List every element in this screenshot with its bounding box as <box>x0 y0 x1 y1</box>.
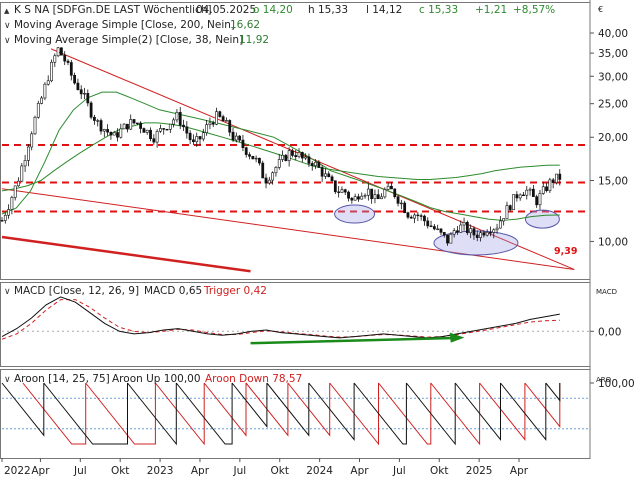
x-tick-label: Okt <box>430 465 448 477</box>
x-tick-label: Apr <box>191 465 210 477</box>
ticker-name: K S NA [SDFGn.DE LAST Wöchentlich] <box>14 4 212 16</box>
aroon-up-value: Aroon Up 100,00 <box>112 373 201 385</box>
candle <box>333 180 337 194</box>
x-tick-label: Jul <box>233 465 247 477</box>
candle <box>33 115 37 135</box>
macd-panel-label: MACD <box>596 288 617 296</box>
candle <box>449 232 453 244</box>
indicator-toggle-icon: ∨ <box>4 36 11 46</box>
x-tick-label: 2025 <box>466 465 493 477</box>
x-tick-label: Jul <box>392 465 406 477</box>
indicator-toggle-icon: ∨ <box>4 21 11 31</box>
ohlc-pct: +8,57% <box>513 4 555 16</box>
candle <box>50 59 53 83</box>
candle <box>251 155 255 160</box>
price-y-tick-label: 10,00 <box>598 236 628 248</box>
x-tick-label: 2024 <box>306 465 333 477</box>
price-y-tick-label: 40,00 <box>598 28 628 40</box>
candle <box>122 123 126 130</box>
price-y-tick-label: 35,00 <box>598 48 628 60</box>
macd-title: MACD [Close, 12, 26, 9] <box>14 285 139 297</box>
aroon-toggle-icon: ∨ <box>4 375 11 385</box>
aroon-y-tick-label: 100,00 <box>598 378 635 390</box>
aroon-down-value: Aroon Down 78,57 <box>205 373 302 385</box>
x-tick-label: Jul <box>73 465 87 477</box>
x-tick-label: Apr <box>350 465 369 477</box>
indicator-label-1: Moving Average Simple(2) [Close, 38, Nei… <box>14 34 243 46</box>
price-y-tick-label: 25,00 <box>598 99 628 111</box>
aroon-title: Aroon [14, 25, 75] <box>14 373 110 385</box>
ohlc-close: c 15,33 <box>419 4 458 16</box>
candle <box>165 128 169 131</box>
price-y-tick-label: 30,00 <box>598 71 628 83</box>
x-tick-label: Okt <box>111 465 129 477</box>
candle <box>403 200 407 214</box>
x-tick-label: Apr <box>510 465 529 477</box>
indicator-value-0: 16,62 <box>230 19 260 31</box>
chart-canvas[interactable]: 40,00 35,00 30,00 25,00 20,00 15,00 10,00 €9,39… <box>0 0 640 480</box>
candle <box>261 160 265 179</box>
header-date: 04.05.2025 <box>196 4 256 16</box>
indicator-label-0: Moving Average Simple [Close, 200, Nein] <box>14 19 235 31</box>
currency-label: € <box>598 5 603 14</box>
x-tick-label: 2023 <box>147 465 174 477</box>
candle <box>89 101 93 120</box>
candle <box>465 220 469 236</box>
candle <box>43 82 47 101</box>
candle <box>142 127 146 133</box>
ohlc-change: +1,21 <box>475 4 507 16</box>
stock-chart-window: 40,00 35,00 30,00 25,00 20,00 15,00 10,00 €9,39… <box>0 0 640 480</box>
candle <box>218 110 222 118</box>
ticker-marker-icon: ▲ <box>4 7 10 15</box>
candle <box>60 47 63 56</box>
last-price-label: 9,39 <box>554 246 577 257</box>
candle <box>284 153 288 162</box>
candle <box>548 177 552 194</box>
ohlc-open: o 14,20 <box>253 4 293 16</box>
pattern-ellipse-2 <box>524 209 560 229</box>
macd-y-tick-label: 0,00 <box>598 326 621 338</box>
candle <box>36 100 40 119</box>
candle <box>56 46 60 58</box>
x-tick-label: Apr <box>31 465 50 477</box>
ohlc-low: l 14,12 <box>366 4 402 16</box>
candle <box>512 194 515 210</box>
price-y-tick-label: 15,00 <box>598 175 628 187</box>
x-tick-label: 2022 <box>4 465 31 477</box>
price-y-tick-label: 20,00 <box>598 132 628 144</box>
pattern-ellipse-0 <box>334 204 376 224</box>
macd-value: MACD 0,65 <box>144 285 202 297</box>
macd-trigger-value: Trigger 0,42 <box>203 285 267 297</box>
macd-toggle-icon: ∨ <box>4 287 11 297</box>
indicator-value-1: 11,92 <box>239 34 269 46</box>
ohlc-high: h 15,33 <box>308 4 348 16</box>
candle <box>20 163 24 183</box>
x-tick-label: Okt <box>270 465 288 477</box>
